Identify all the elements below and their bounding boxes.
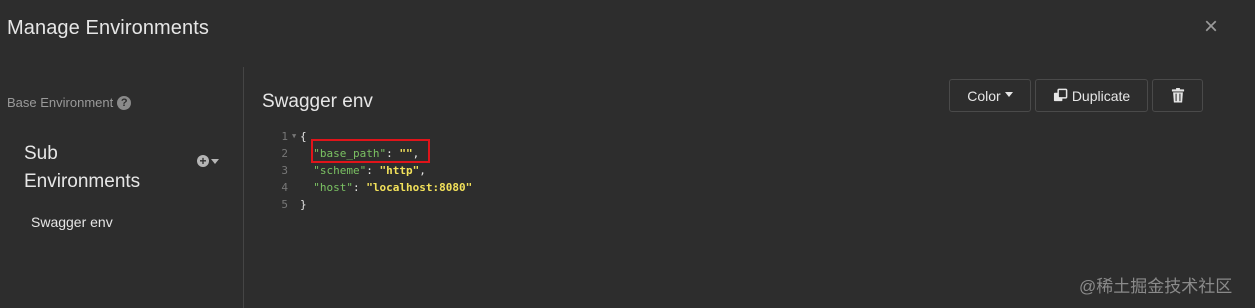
line-number: 1 — [281, 130, 288, 143]
help-circle-icon[interactable]: ? — [117, 95, 132, 110]
json-value: "http" — [379, 164, 420, 177]
caret-down-icon — [1004, 91, 1013, 97]
line-number: 4 — [281, 181, 288, 194]
duplicate-icon — [1053, 88, 1068, 102]
delete-button[interactable] — [1152, 79, 1203, 112]
modal-title: Manage Environments — [7, 17, 210, 39]
color-button[interactable]: Color — [949, 79, 1031, 112]
watermark-text: @稀土掘金技术社区 — [1079, 277, 1233, 296]
code-line: 5 } — [272, 196, 472, 213]
environments-sidebar: Base Environment ? Sub Environments + Sw… — [0, 67, 244, 308]
close-icon[interactable]: × — [1200, 15, 1222, 39]
sub-environments-title: Sub Environments — [24, 143, 141, 192]
add-sub-environment-button[interactable]: + — [197, 155, 219, 167]
base-environment-link[interactable]: Base Environment ? — [7, 95, 132, 110]
code-line: 3 "scheme": "http", — [272, 162, 472, 179]
line-number: 3 — [281, 164, 288, 177]
annotation-highlight-box — [311, 139, 430, 163]
fold-arrow-icon[interactable]: ▼ — [292, 128, 300, 145]
json-value: "localhost:8080" — [366, 181, 473, 194]
plus-circle-icon: + — [197, 155, 209, 167]
json-comma: , — [419, 164, 426, 177]
code-line: 4 "host": "localhost:8080" — [272, 179, 472, 196]
line-number: 2 — [281, 147, 288, 160]
json-key: "scheme" — [313, 164, 367, 177]
color-button-label: Color — [967, 87, 1001, 104]
json-key: "host" — [313, 181, 353, 194]
json-open-brace: { — [300, 130, 307, 143]
duplicate-button[interactable]: Duplicate — [1035, 79, 1148, 112]
trash-icon — [1171, 88, 1184, 103]
line-number: 5 — [281, 198, 288, 211]
duplicate-button-label: Duplicate — [1071, 87, 1131, 104]
base-environment-label: Base Environment — [7, 95, 114, 110]
environment-name-heading[interactable]: Swagger env — [262, 91, 373, 113]
caret-down-icon — [211, 158, 219, 164]
manage-environments-modal: Manage Environments × Base Environment ?… — [0, 0, 1255, 308]
json-close-brace: } — [300, 198, 307, 211]
sidebar-item-swagger-env[interactable]: Swagger env — [31, 214, 113, 230]
